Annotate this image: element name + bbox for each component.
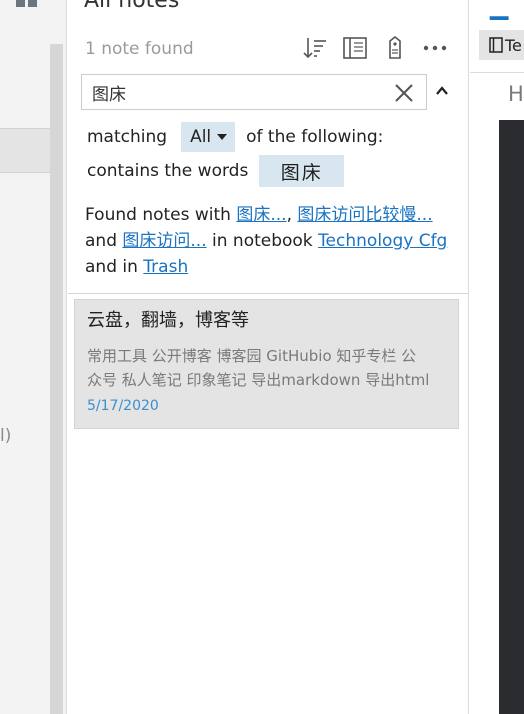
matching-label: matching (87, 127, 168, 147)
sort-descending-icon[interactable] (302, 34, 328, 62)
notebook-small-icon (489, 37, 503, 53)
note-list-pane: All notes 1 note found 图床 matching All o… (68, 0, 469, 714)
filter-term-row: contains the words 图床 (87, 155, 345, 187)
notebook-sidebar: l) (0, 0, 67, 714)
chevron-down-icon (217, 134, 228, 140)
term-link-1[interactable]: 图床... (236, 205, 286, 225)
chevron-up-icon[interactable] (435, 84, 449, 98)
filter-match-row: matching All of the following: (87, 121, 383, 153)
search-input[interactable] (82, 76, 372, 108)
match-mode-value: All (190, 127, 212, 147)
note-date: 5/17/2020 (87, 398, 159, 414)
note-title: 云盘，翻墙，博客等 (87, 310, 249, 331)
more-horizontal-icon[interactable] (422, 34, 448, 62)
tag-icon[interactable] (382, 34, 408, 62)
note-snippet: 常用工具 公开博客 博客园 GitHubio 知乎专栏 公 众号 私人笔记 印象… (87, 347, 430, 389)
editor-top-icon[interactable]: ▁ (490, 0, 508, 20)
layout-grid-icon[interactable] (16, 0, 38, 12)
divider (68, 293, 468, 294)
search-field (81, 74, 427, 110)
note-count: 1 note found (85, 39, 194, 59)
term-link-2[interactable]: 图床访问比较慢... (297, 205, 432, 225)
note-list-item[interactable]: 云盘，翻墙，博客等 常用工具 公开博客 博客园 GitHubio 知乎专栏 公 … (74, 299, 459, 429)
search-summary: Found notes with 图床..., 图床访问比较慢... and 图… (85, 205, 448, 277)
editor-body[interactable] (499, 120, 524, 714)
contains-label: contains the words (87, 161, 249, 181)
sidebar-scrollbar[interactable] (50, 44, 63, 714)
notebook-selector-label: Te (505, 35, 522, 55)
trash-link[interactable]: Trash (143, 257, 188, 277)
following-label: of the following: (246, 127, 384, 147)
page-title: All notes (84, 0, 180, 13)
heading-button[interactable]: H (508, 82, 524, 106)
close-icon[interactable] (392, 81, 416, 105)
notebook-link[interactable]: Technology Cfg (318, 231, 447, 251)
notebook-selector[interactable]: Te (479, 30, 524, 60)
note-list-toolbar (302, 33, 448, 63)
divider (470, 72, 524, 73)
app-window: l) All notes 1 note found 图床 matching Al… (0, 0, 524, 714)
sidebar-item-count: l) (0, 426, 12, 446)
notebook-icon[interactable] (342, 34, 368, 62)
match-mode-dropdown[interactable]: All (181, 122, 236, 152)
sidebar-selected-item[interactable] (0, 128, 50, 173)
term-link-3[interactable]: 图床访问... (122, 231, 206, 251)
search-term-chip[interactable]: 图床 (259, 155, 345, 187)
editor-pane: ▁ Te H (470, 0, 524, 714)
